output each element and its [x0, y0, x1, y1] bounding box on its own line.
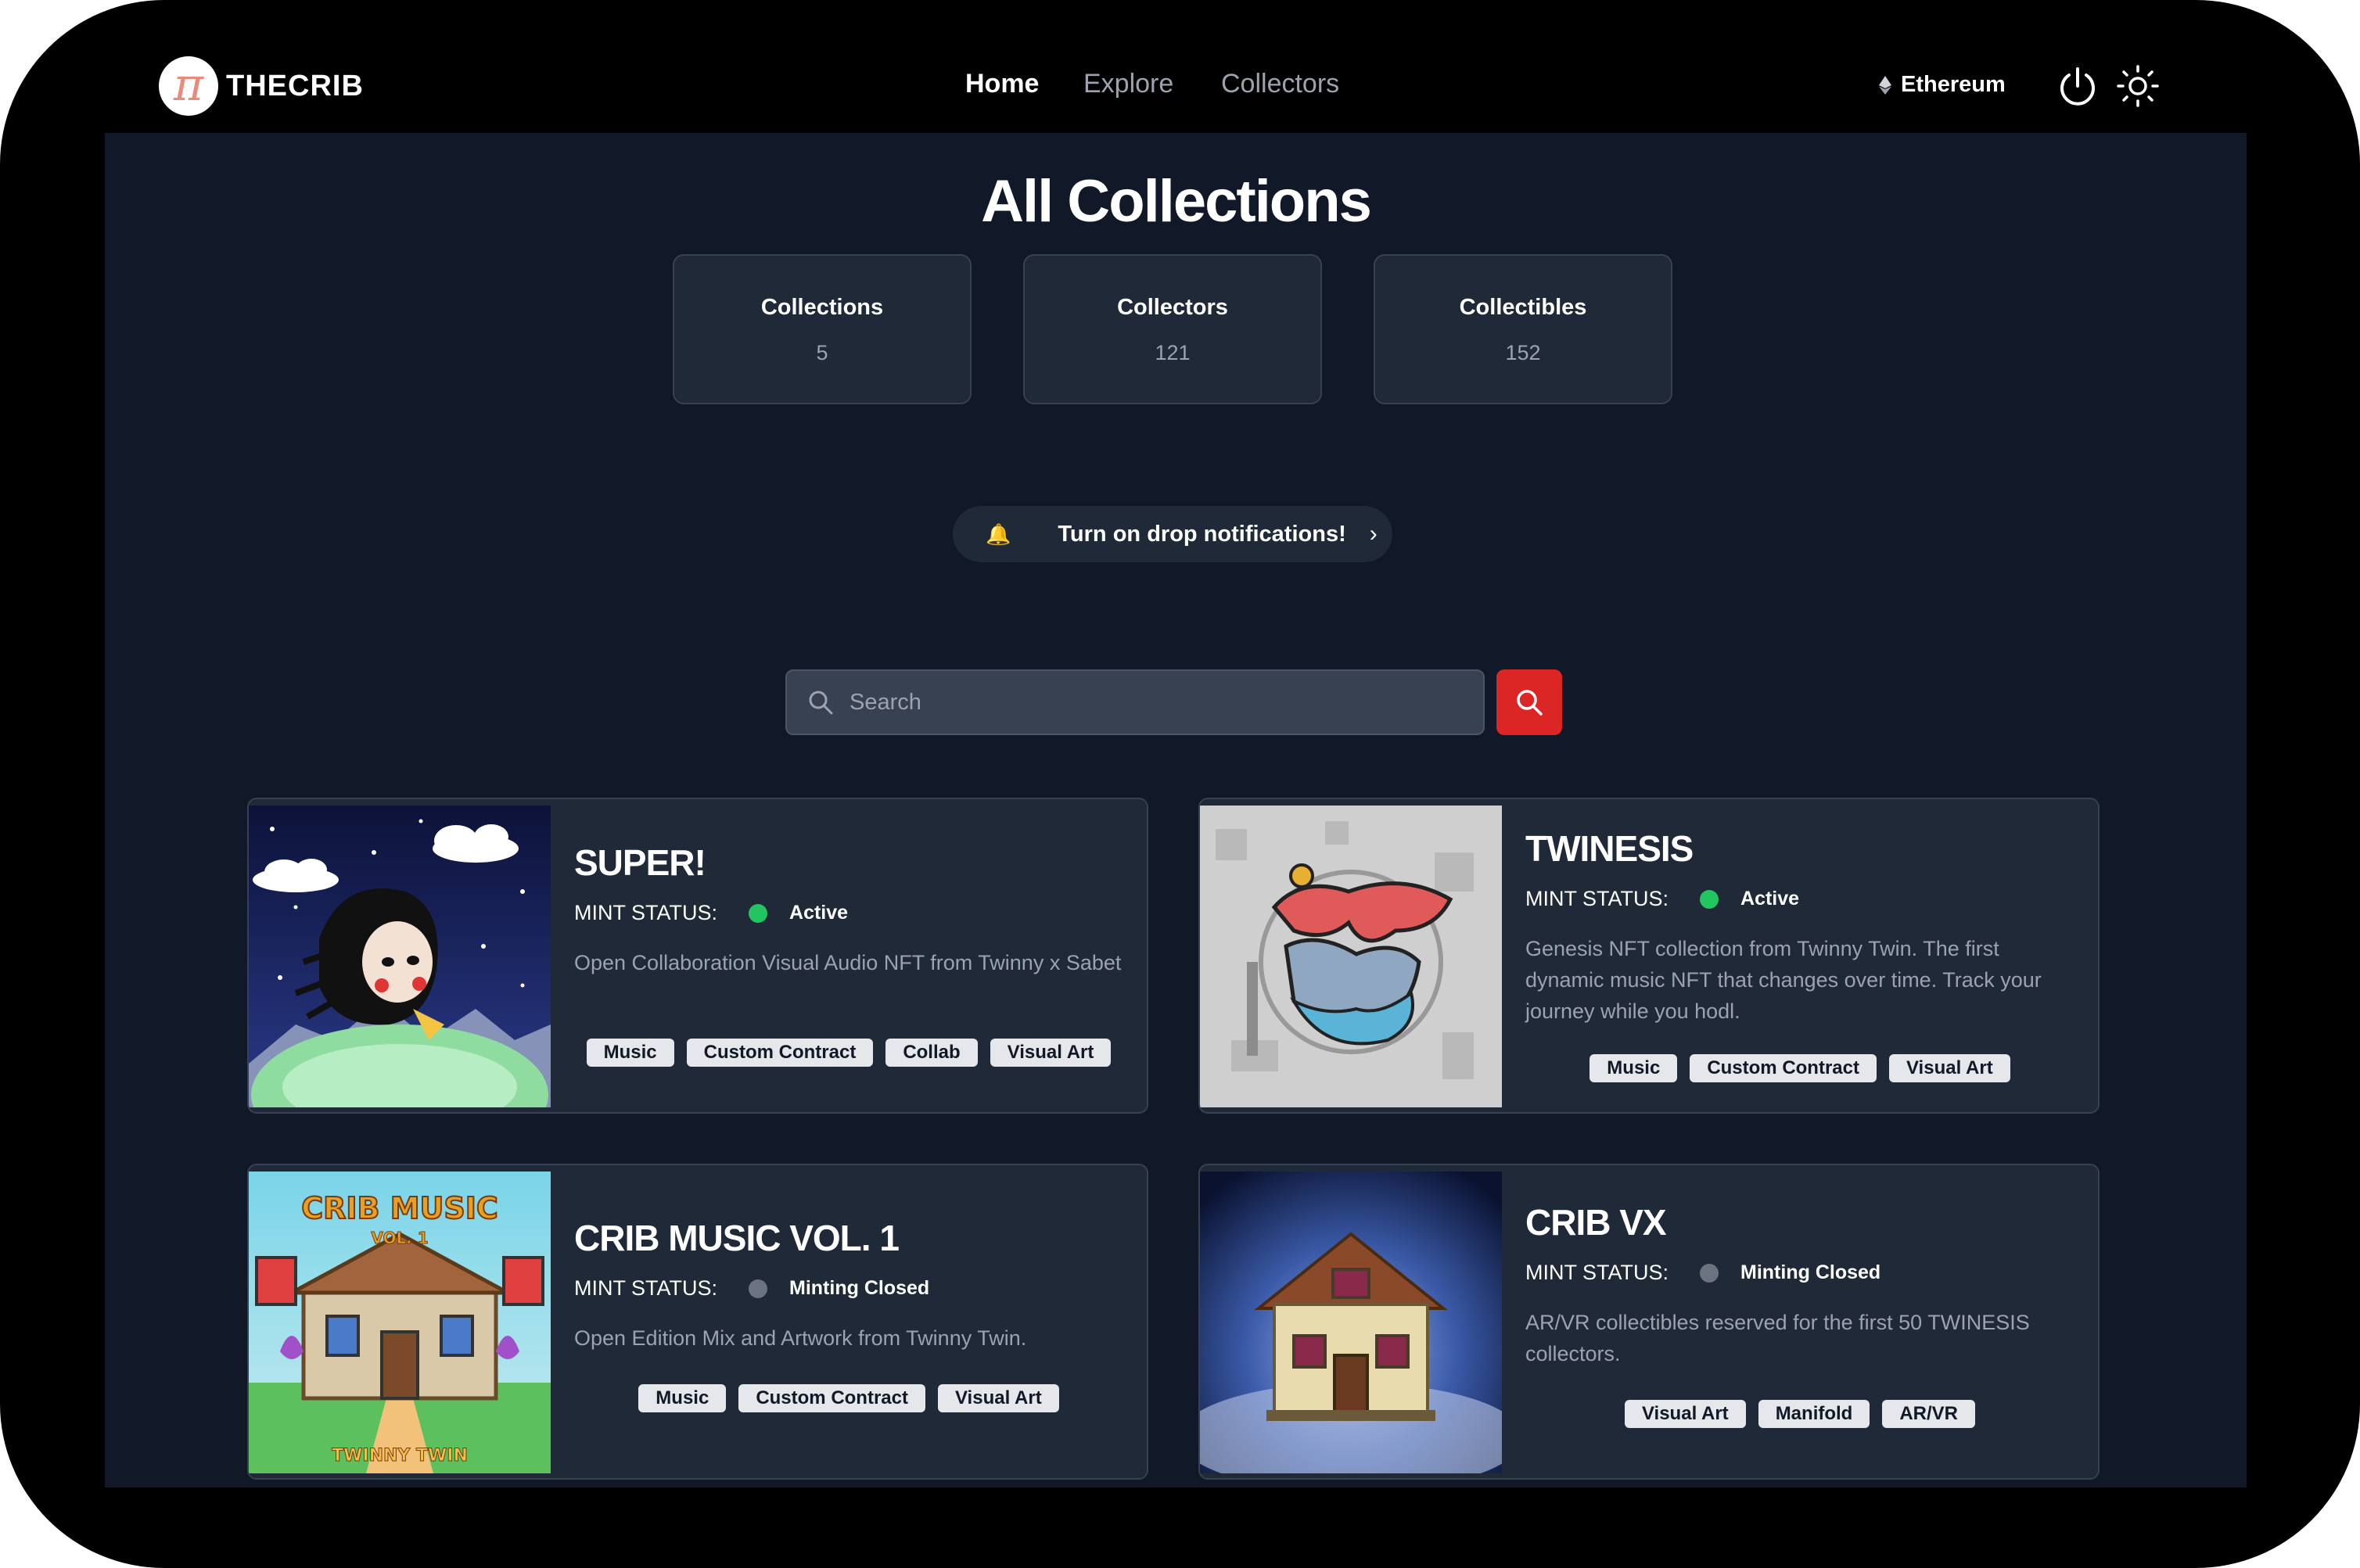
pi-logo-icon: π: [159, 56, 218, 116]
tag[interactable]: Music: [638, 1384, 727, 1412]
search-icon: [809, 691, 833, 715]
tag-list: Music Custom Contract Visual Art: [1502, 1054, 2098, 1082]
collection-thumbnail: [1200, 1172, 1502, 1473]
collection-description: AR/VR collectibles reserved for the firs…: [1525, 1311, 2030, 1365]
search-icon: [1517, 690, 1543, 716]
tag-list: Visual Art Manifold AR/VR: [1502, 1400, 2098, 1428]
tag[interactable]: Visual Art: [990, 1039, 1112, 1067]
collection-description: Open Edition Mix and Artwork from Twinny…: [574, 1326, 1027, 1350]
tag-list: Music Custom Contract Collab Visual Art: [551, 1039, 1147, 1067]
mint-status: MINT STATUS: Minting Closed: [574, 1276, 1123, 1301]
tag[interactable]: Visual Art: [937, 1384, 1059, 1412]
notify-label: Turn on drop notifications!: [1058, 521, 1346, 547]
collection-info: SUPER! MINT STATUS: Active Open Collabor…: [574, 841, 1123, 978]
stat-label: Collections: [760, 295, 884, 320]
search-bar: [785, 669, 1485, 735]
collection-thumbnail: [249, 806, 551, 1107]
tag[interactable]: Visual Art: [1624, 1400, 1746, 1428]
collection-description: Genesis NFT collection from Twinny Twin.…: [1525, 937, 2042, 1023]
nav-home[interactable]: Home: [965, 69, 1039, 99]
mint-status-value: Minting Closed: [1740, 1261, 1881, 1283]
bell-icon: 🔔: [986, 522, 1011, 546]
status-dot-closed: [749, 1279, 768, 1298]
art-title: CRIB MUSIC: [301, 1191, 498, 1225]
chevron-right-icon: ›: [1369, 521, 1378, 547]
collection-title: TWINESIS: [1525, 828, 1694, 869]
device-frame: π THECRIB Home Explore Collectors Ethere…: [0, 0, 2360, 1568]
stat-value: 5: [816, 341, 828, 364]
tag-list: Music Custom Contract Visual Art: [551, 1384, 1147, 1412]
nav-collectors[interactable]: Collectors: [1221, 69, 1339, 99]
art-artist: TWINNY TWIN: [332, 1446, 468, 1466]
nav-explore[interactable]: Explore: [1083, 69, 1173, 99]
mint-status-label: MINT STATUS:: [574, 1276, 718, 1300]
brand-logo[interactable]: π THECRIB: [159, 56, 364, 116]
collection-title: SUPER!: [574, 842, 706, 883]
search-button[interactable]: [1496, 669, 1562, 735]
collection-card-super[interactable]: SUPER! MINT STATUS: Active Open Collabor…: [247, 798, 1148, 1114]
mint-status-label: MINT STATUS:: [574, 901, 718, 924]
stat-value: 152: [1505, 341, 1541, 364]
collection-thumbnail: [1200, 806, 1502, 1107]
tag[interactable]: Custom Contract: [1690, 1054, 1877, 1082]
tag[interactable]: Custom Contract: [738, 1384, 925, 1412]
mint-status-label: MINT STATUS:: [1525, 887, 1669, 910]
tag[interactable]: Manifold: [1758, 1400, 1870, 1428]
stat-collections: Collections 5: [673, 254, 972, 404]
page-title: All Collections: [981, 168, 1372, 235]
stat-label: Collectors: [1117, 295, 1228, 320]
collection-info: CRIB VX MINT STATUS: Minting Closed AR/V…: [1525, 1201, 2074, 1369]
status-dot-closed: [1700, 1263, 1719, 1283]
tag[interactable]: Music: [1589, 1054, 1678, 1082]
mint-status: MINT STATUS: Minting Closed: [1525, 1261, 2074, 1285]
mint-status-value: Minting Closed: [789, 1277, 930, 1299]
power-icon[interactable]: [2056, 64, 2100, 108]
collection-card-crib-vx[interactable]: CRIB VX MINT STATUS: Minting Closed AR/V…: [1198, 1164, 2100, 1480]
mint-status-value: Active: [1740, 888, 1800, 910]
stat-collectors: Collectors 121: [1023, 254, 1322, 404]
sun-icon[interactable]: [2116, 64, 2160, 108]
collection-title: CRIB MUSIC VOL. 1: [574, 1218, 900, 1258]
network-label: Ethereum: [1901, 72, 2006, 97]
mint-status-value: Active: [789, 902, 849, 924]
status-dot-active: [1700, 889, 1719, 909]
collection-info: TWINESIS MINT STATUS: Active Genesis NFT…: [1525, 827, 2074, 1027]
tag[interactable]: Collab: [885, 1039, 978, 1067]
collection-card-twinesis[interactable]: TWINESIS MINT STATUS: Active Genesis NFT…: [1198, 798, 2100, 1114]
collection-card-crib-music-vol-1[interactable]: CRIB MUSIC VOL. 1 TWINNY TWIN CRIB MUSIC…: [247, 1164, 1148, 1480]
ethereum-icon: [1879, 75, 1891, 95]
tag[interactable]: AR/VR: [1882, 1400, 1976, 1428]
stat-collectibles: Collectibles 152: [1374, 254, 1672, 404]
art-subtitle: VOL. 1: [371, 1229, 428, 1247]
collection-title: CRIB VX: [1525, 1202, 1667, 1243]
mint-status-label: MINT STATUS:: [1525, 1261, 1669, 1284]
search-input[interactable]: [848, 688, 1446, 716]
stat-value: 121: [1155, 341, 1191, 364]
status-dot-active: [749, 903, 768, 923]
tag[interactable]: Custom Contract: [686, 1039, 874, 1067]
mint-status: MINT STATUS: Active: [1525, 887, 2074, 911]
network-selector[interactable]: Ethereum: [1879, 72, 2006, 98]
tag[interactable]: Music: [586, 1039, 674, 1067]
collection-info: CRIB MUSIC VOL. 1 MINT STATUS: Minting C…: [574, 1217, 1123, 1354]
collection-description: Open Collaboration Visual Audio NFT from…: [574, 951, 1122, 974]
stat-label: Collectibles: [1459, 295, 1587, 320]
drop-notifications-button[interactable]: 🔔 Turn on drop notifications! ›: [953, 506, 1392, 562]
mint-status: MINT STATUS: Active: [574, 901, 1123, 925]
tag[interactable]: Visual Art: [1888, 1054, 2010, 1082]
main-content: All Collections Collections 5 Collectors…: [105, 133, 2247, 1487]
collection-thumbnail: CRIB MUSIC VOL. 1 TWINNY TWIN: [249, 1172, 551, 1473]
brand-name: THECRIB: [226, 69, 364, 102]
